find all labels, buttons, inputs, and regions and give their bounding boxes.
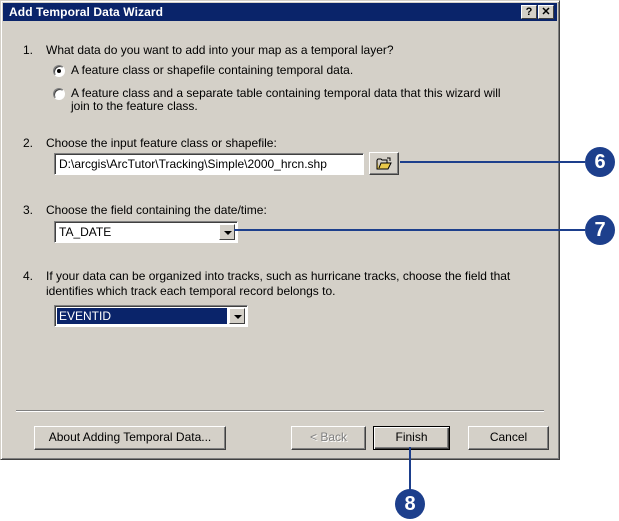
dropdown-value: EVENTID bbox=[57, 308, 227, 324]
question-number: 3. bbox=[23, 203, 34, 217]
browse-button[interactable] bbox=[369, 152, 399, 175]
callout-line-6 bbox=[400, 161, 585, 163]
question-text-continued: identifies which track each temporal rec… bbox=[46, 284, 336, 298]
cancel-button[interactable]: Cancel bbox=[468, 426, 549, 450]
callout-8: 8 bbox=[395, 489, 425, 519]
dropdown-arrow-icon[interactable] bbox=[219, 224, 235, 240]
about-temporal-data-button[interactable]: About Adding Temporal Data... bbox=[34, 426, 226, 450]
close-button[interactable]: ✕ bbox=[538, 5, 554, 19]
radio-label: A feature class or shapefile containing … bbox=[71, 63, 354, 77]
separator bbox=[16, 410, 544, 412]
date-field-dropdown[interactable]: TA_DATE bbox=[54, 221, 238, 243]
title-bar[interactable]: Add Temporal Data Wizard ? ✕ bbox=[3, 3, 557, 21]
window-title: Add Temporal Data Wizard bbox=[9, 5, 164, 19]
dropdown-value: TA_DATE bbox=[59, 225, 112, 239]
back-button[interactable]: < Back bbox=[291, 426, 366, 450]
question-number: 1. bbox=[23, 43, 34, 57]
callout-7: 7 bbox=[585, 215, 615, 245]
question-text: What data do you want to add into your m… bbox=[46, 43, 394, 57]
dropdown-arrow-icon[interactable] bbox=[229, 308, 245, 324]
callout-line-7 bbox=[234, 229, 585, 231]
radio-button-unchecked[interactable] bbox=[53, 88, 65, 100]
open-folder-icon bbox=[376, 157, 392, 170]
question-text: Choose the input feature class or shapef… bbox=[46, 136, 277, 150]
callout-line-8 bbox=[409, 447, 411, 492]
track-field-dropdown[interactable]: EVENTID bbox=[54, 305, 248, 327]
radio-label-continued: join to the feature class. bbox=[71, 99, 198, 113]
question-text: Choose the field containing the date/tim… bbox=[46, 203, 267, 217]
finish-button[interactable]: Finish bbox=[373, 426, 450, 450]
help-button[interactable]: ? bbox=[521, 5, 537, 19]
question-text: If your data can be organized into track… bbox=[46, 269, 511, 283]
question-number: 4. bbox=[23, 269, 34, 283]
input-path-field[interactable]: D:\arcgis\ArcTutor\Tracking\Simple\2000_… bbox=[54, 153, 364, 175]
radio-button-checked[interactable] bbox=[53, 65, 65, 77]
question-number: 2. bbox=[23, 136, 34, 150]
callout-6: 6 bbox=[585, 147, 615, 177]
